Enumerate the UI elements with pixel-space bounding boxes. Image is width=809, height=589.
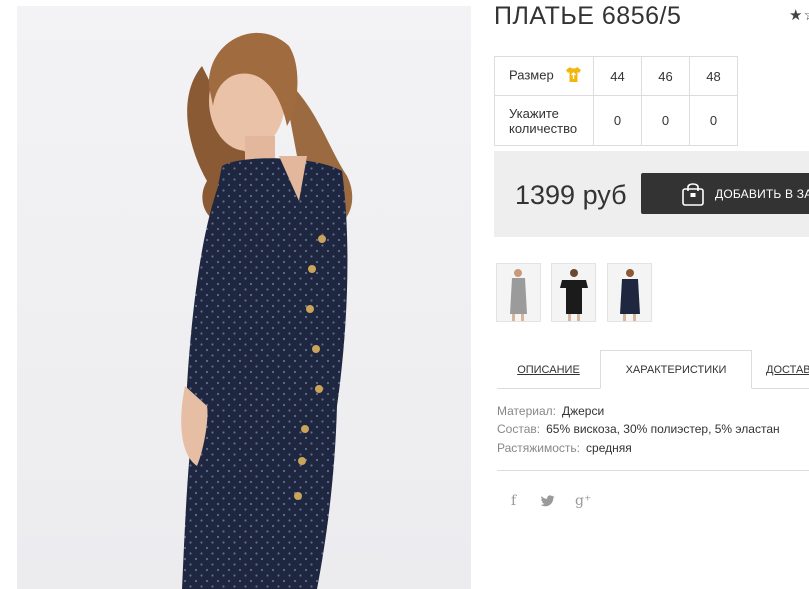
size-row: Размер 44 46 48 [494, 56, 738, 96]
specs-divider [497, 470, 809, 471]
price: 1399 руб [515, 180, 627, 210]
quantity-48[interactable]: 0 [689, 95, 738, 146]
size-48[interactable]: 48 [689, 56, 738, 96]
spec-material: Материал: Джерси [497, 404, 604, 418]
stretch-value: средняя [586, 441, 632, 455]
product-title: ПЛАТЬЕ 6856/5 [494, 2, 682, 30]
thumbnail-grey-dress[interactable] [496, 263, 541, 322]
material-value: Джерси [561, 404, 605, 418]
spec-composition: Состав: 65% вискоза, 30% полиэстер, 5% эл… [497, 422, 780, 436]
spec-stretch: Растяжимость: средняя [497, 441, 632, 455]
size-44[interactable]: 44 [593, 56, 642, 96]
thumbnail-black-dress[interactable] [551, 263, 596, 322]
size-label: Размер [509, 67, 554, 83]
size-label-cell: Размер [494, 56, 594, 96]
quantity-row: Укажите количество 0 0 0 [494, 95, 738, 146]
google-plus-icon[interactable]: g⁺ [575, 493, 591, 509]
composition-value: 65% вискоза, 30% полиэстер, 5% эластан [546, 422, 780, 436]
shopping-bag-icon [681, 181, 705, 207]
tab-delivery[interactable]: ДОСТАВКА [766, 350, 809, 389]
tab-characteristics[interactable]: ХАРАКТЕРИСТИКИ [600, 350, 752, 389]
rating-stars[interactable]: ★☆ [789, 6, 809, 24]
thumbnail-navy-dress[interactable] [607, 263, 652, 322]
add-to-cart-button[interactable]: ДОБАВИТЬ В ЗАКАЗ [641, 173, 809, 214]
stretch-label: Растяжимость: [497, 441, 581, 455]
quantity-label: Укажите количество [494, 95, 594, 146]
quantity-44[interactable]: 0 [593, 95, 642, 146]
quantity-46[interactable]: 0 [641, 95, 690, 146]
size-46[interactable]: 46 [641, 56, 690, 96]
add-to-cart-label: ДОБАВИТЬ В ЗАКАЗ [715, 186, 809, 201]
size-quantity-table: Размер 44 46 48 Укажите количество 0 0 0 [494, 56, 738, 146]
size-chart-shirt-icon[interactable] [565, 66, 582, 86]
facebook-icon[interactable]: f [511, 493, 516, 509]
price-box: 1399 руб ДОБАВИТЬ В ЗАКАЗ [494, 151, 809, 237]
composition-label: Состав: [497, 422, 541, 436]
main-product-photo[interactable] [17, 6, 471, 589]
twitter-icon[interactable] [540, 495, 555, 510]
material-label: Материал: [497, 404, 556, 418]
tab-description[interactable]: ОПИСАНИЕ [497, 350, 600, 389]
